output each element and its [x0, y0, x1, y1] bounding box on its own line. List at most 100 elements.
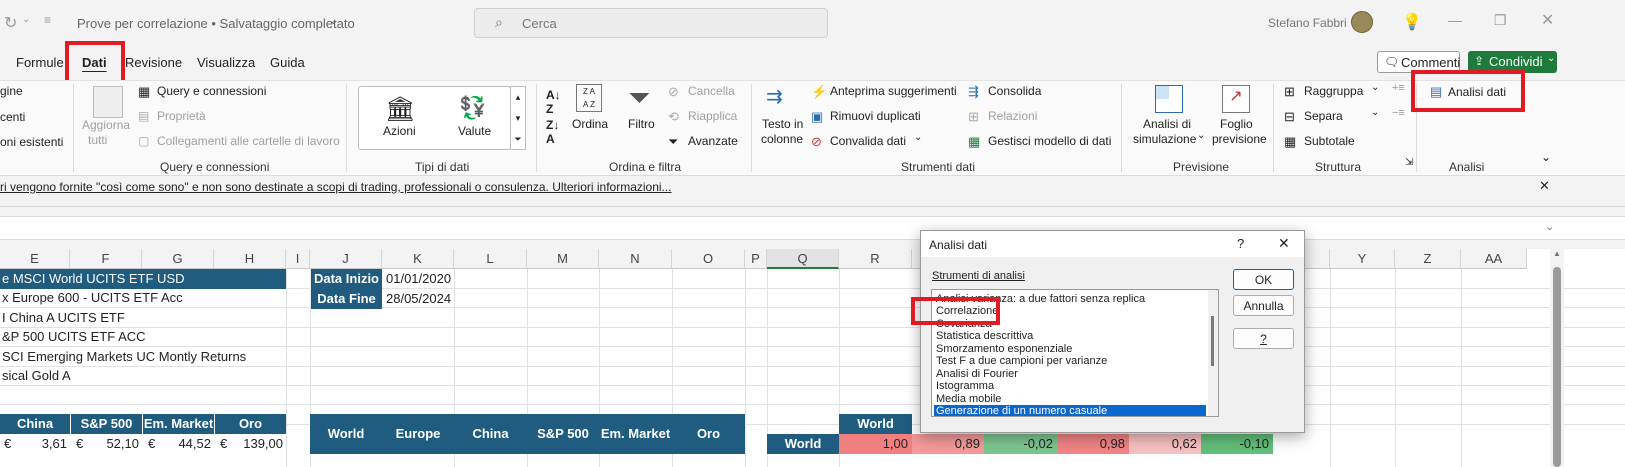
corr-value[interactable]: 0,89: [912, 434, 984, 454]
search-box[interactable]: ⌕ Cerca: [474, 8, 828, 38]
gallery-scroll[interactable]: ▴ ▾ ⏷: [510, 86, 526, 150]
price-header[interactable]: S&P 500: [70, 414, 142, 434]
etf-name[interactable]: e MSCI World UCITS ETF USD: [2, 269, 286, 289]
forecast-sheet-label-1[interactable]: Foglio: [1220, 117, 1253, 131]
subtotal-button[interactable]: Subtotale: [1304, 134, 1355, 148]
scroll-up-icon[interactable]: ▲: [1553, 249, 1561, 258]
text-to-columns-icon[interactable]: ⇉: [766, 84, 796, 112]
column-header[interactable]: H: [214, 249, 286, 269]
hide-detail-icon[interactable]: −≡: [1392, 107, 1405, 119]
corr-col-header[interactable]: World: [839, 414, 912, 434]
info-close-icon[interactable]: ✕: [1539, 178, 1550, 194]
what-if-label-2[interactable]: simulazione: [1133, 132, 1196, 146]
ribbon-existing-connections[interactable]: oni esistenti: [0, 135, 63, 149]
column-header[interactable]: M: [527, 249, 599, 269]
price-currency[interactable]: €: [4, 434, 11, 454]
column-header[interactable]: K: [382, 249, 454, 269]
date-start-value[interactable]: 01/01/2020: [386, 269, 451, 289]
restore-icon[interactable]: ❐: [1494, 12, 1507, 29]
properties-button[interactable]: Proprietà: [157, 109, 206, 123]
data-model-button[interactable]: Gestisci modello di dati: [988, 134, 1111, 148]
etf-name[interactable]: SCI Emerging Markets UC Montly Returns: [2, 347, 246, 367]
list-item[interactable]: Analisi di Fourier: [936, 368, 1018, 380]
sort-za-icon[interactable]: Z↓ A: [546, 118, 559, 146]
outline-launcher-icon[interactable]: ⇲: [1405, 157, 1413, 168]
relationships-button[interactable]: Relazioni: [988, 109, 1037, 123]
reapply-button[interactable]: Riapplica: [688, 109, 737, 123]
scroll-thumb[interactable]: [1553, 267, 1561, 467]
returns-header[interactable]: China: [454, 424, 527, 444]
corr-value[interactable]: -0,02: [984, 434, 1057, 454]
column-header[interactable]: Y: [1330, 249, 1395, 269]
ribbon-recent-sources[interactable]: centi: [0, 110, 25, 124]
flash-fill-button[interactable]: Anteprima suggerimenti: [830, 84, 957, 98]
column-header[interactable]: AA: [1461, 249, 1527, 269]
avatar[interactable]: [1351, 11, 1373, 33]
date-start-label[interactable]: Data Inizio: [311, 269, 382, 289]
chevron-down-icon[interactable]: ⌄: [22, 14, 30, 25]
forecast-sheet-icon[interactable]: ↗: [1222, 85, 1250, 113]
etf-name[interactable]: I China A UCITS ETF: [2, 308, 125, 328]
forecast-sheet-label-2[interactable]: previsione: [1212, 132, 1267, 146]
column-header[interactable]: R: [839, 249, 912, 269]
what-if-label-1[interactable]: Analisi di: [1143, 117, 1191, 131]
column-header[interactable]: G: [142, 249, 214, 269]
user-name[interactable]: Stefano Fabbri: [1268, 16, 1347, 30]
column-header[interactable]: Z: [1395, 249, 1461, 269]
refresh-all-icon[interactable]: [93, 86, 123, 118]
sort-button[interactable]: Ordina: [572, 117, 608, 131]
what-if-chevron-icon[interactable]: ⌄: [1197, 130, 1205, 141]
ribbon-collapse-icon[interactable]: ⌄: [1541, 150, 1551, 164]
formula-expand-icon[interactable]: ⌄: [1545, 220, 1554, 233]
list-scrollbar[interactable]: [1208, 290, 1218, 416]
lightbulb-icon[interactable]: 💡: [1402, 12, 1422, 32]
group-chevron-icon[interactable]: ⌄: [1371, 82, 1379, 93]
returns-header[interactable]: Oro: [672, 424, 745, 444]
formula-bar[interactable]: ⌄: [0, 216, 1625, 240]
etf-name[interactable]: x Europe 600 - UCITS ETF Acc: [2, 288, 183, 308]
column-header[interactable]: I: [286, 249, 310, 269]
column-header[interactable]: N: [599, 249, 672, 269]
tab-revisione[interactable]: Revisione: [125, 55, 182, 70]
column-header[interactable]: O: [672, 249, 745, 269]
group-button[interactable]: Raggruppa: [1304, 84, 1363, 98]
document-title[interactable]: Prove per correlazione • Salvataggio com…: [77, 16, 355, 31]
tab-guida[interactable]: Guida: [270, 55, 305, 70]
redo-icon[interactable]: ↻: [4, 13, 17, 33]
filter-icon[interactable]: ⏷: [628, 82, 650, 115]
list-item[interactable]: Test F a due campioni per varianze: [936, 355, 1107, 367]
cancel-button[interactable]: Annulla: [1233, 295, 1294, 316]
tab-formule[interactable]: Formule: [16, 55, 64, 70]
returns-header[interactable]: World: [310, 424, 382, 444]
dialog-close-icon[interactable]: ✕: [1278, 235, 1290, 252]
column-header[interactable]: J: [310, 249, 382, 269]
price-value[interactable]: 44,52: [167, 434, 211, 454]
sort-az-icon[interactable]: A↓ Z: [546, 88, 561, 116]
column-header[interactable]: E: [0, 249, 70, 269]
gallery-up-icon[interactable]: ▴: [511, 87, 525, 108]
ungroup-button[interactable]: Separa: [1304, 109, 1343, 123]
list-item[interactable]: Istogramma: [936, 380, 994, 392]
list-scroll-thumb[interactable]: [1211, 316, 1214, 366]
text-to-columns-label-1[interactable]: Testo in: [762, 117, 803, 131]
price-header[interactable]: Em. Market: [142, 414, 214, 434]
date-end-label[interactable]: Data Fine: [311, 289, 382, 309]
what-if-icon[interactable]: [1155, 85, 1183, 113]
price-value[interactable]: 3,61: [30, 434, 67, 454]
list-item[interactable]: Media mobile: [936, 393, 1001, 405]
show-detail-icon[interactable]: +≡: [1392, 82, 1405, 94]
minimize-icon[interactable]: —: [1448, 12, 1462, 28]
consolidate-button[interactable]: Consolida: [988, 84, 1041, 98]
corr-value[interactable]: -0,10: [1201, 434, 1273, 454]
list-item[interactable]: Statistica descrittiva: [936, 330, 1033, 342]
returns-header[interactable]: Em. Market: [599, 424, 672, 444]
customize-toolbar-icon[interactable]: ≡: [44, 13, 51, 27]
column-header[interactable]: Q: [767, 249, 839, 269]
returns-header[interactable]: Europe: [382, 424, 454, 444]
price-currency[interactable]: €: [76, 434, 83, 454]
title-chevron-icon[interactable]: ⌄: [329, 14, 338, 27]
refresh-all-sub[interactable]: tutti: [88, 133, 107, 147]
tab-visualizza[interactable]: Visualizza: [197, 55, 255, 70]
corr-value[interactable]: 1,00: [839, 434, 912, 454]
text-to-columns-label-2[interactable]: colonne: [761, 132, 803, 146]
